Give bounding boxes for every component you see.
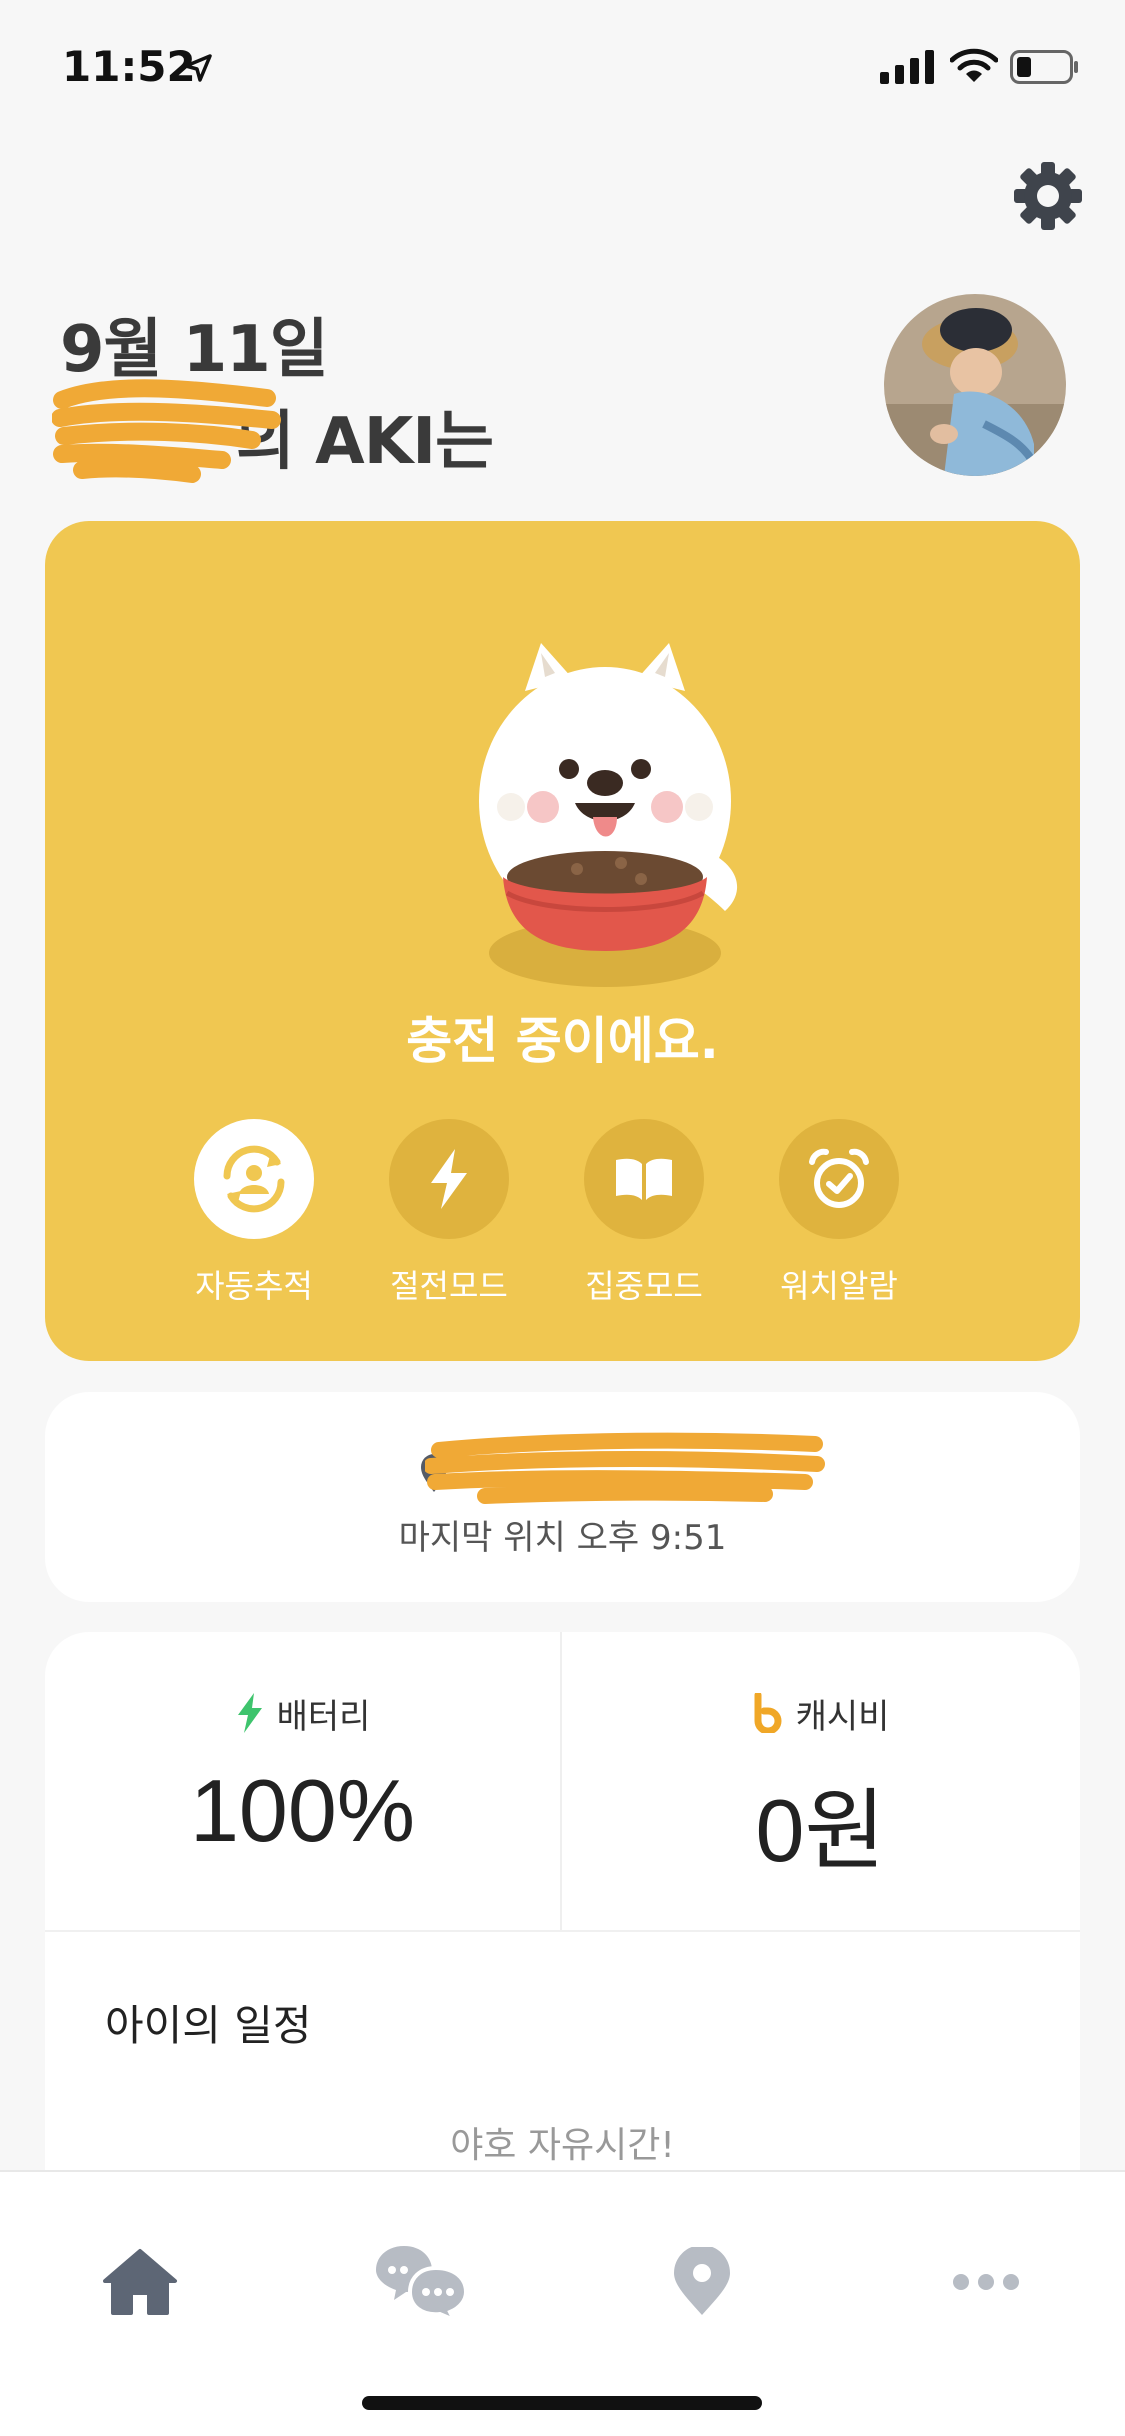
app-screen: 11:52 9월 11일 의 AKI는 충전 중이에요. 자동추적 절전모드 집…	[0, 0, 1125, 2436]
mode-focus-button[interactable]: 집중모드	[554, 1119, 734, 1319]
divider	[45, 1930, 1080, 1932]
cashbee-icon	[754, 1693, 782, 1733]
last-location-time: 마지막 위치 오후 9:51	[398, 1518, 727, 1558]
tab-more[interactable]	[936, 2232, 1036, 2332]
tab-home[interactable]	[90, 2232, 190, 2332]
avatar-photo	[884, 294, 1066, 476]
location-arrow-icon	[184, 54, 212, 82]
battery-label: 배터리	[276, 1696, 371, 1737]
mode-auto-track-label: 자동추적	[195, 1267, 313, 1305]
redaction-scribble	[52, 379, 281, 483]
signal-icon	[880, 50, 934, 84]
location-name-row	[45, 1432, 1080, 1504]
mode-buttons: 자동추적 절전모드 집중모드 워치알람	[45, 1119, 1080, 1319]
schedule-empty-text: 야호 자유시간!	[450, 2125, 675, 2166]
mode-watch-alarm-button[interactable]: 워치알람	[749, 1119, 929, 1319]
mode-focus-label: 집중모드	[585, 1267, 703, 1305]
tab-location[interactable]	[652, 2232, 752, 2332]
cashbee-value: 0원	[755, 1781, 886, 1880]
book-icon	[616, 1158, 672, 1200]
tab-chat[interactable]	[372, 2232, 472, 2332]
mode-focus-circle	[584, 1119, 704, 1239]
cashbee-label: 캐시비	[795, 1696, 890, 1737]
settings-gear-icon[interactable]	[1012, 160, 1084, 232]
redaction-scribble	[425, 1432, 825, 1504]
mode-watch-alarm-circle	[779, 1119, 899, 1239]
child-avatar[interactable]	[884, 294, 1066, 476]
cashbee-stat[interactable]: 캐시비 0원	[562, 1632, 1079, 1930]
location-pin-icon	[674, 2247, 730, 2315]
mode-power-save-circle	[389, 1119, 509, 1239]
mode-power-save-button[interactable]: 절전모드	[359, 1119, 539, 1319]
wifi-icon	[950, 48, 998, 82]
home-icon	[103, 2249, 177, 2315]
chat-icon	[376, 2246, 469, 2322]
alarm-clock-icon	[809, 1148, 869, 1208]
battery-value: 100%	[189, 1761, 416, 1860]
location-card[interactable]: 마지막 위치 오후 9:51	[45, 1392, 1080, 1602]
mode-power-save-label: 절전모드	[390, 1267, 508, 1305]
battery-icon	[1010, 50, 1078, 84]
home-indicator	[362, 2396, 762, 2410]
battery-stat: 배터리 100%	[45, 1632, 562, 1930]
dog-eating-illustration	[479, 643, 738, 987]
watch-status-message: 충전 중이에요.	[406, 1012, 719, 1070]
watch-status-card: 충전 중이에요. 자동추적 절전모드 집중모드 워치알람	[45, 521, 1080, 1361]
schedule-title: 아이의 일정	[105, 2001, 312, 2050]
lightning-icon	[237, 1693, 262, 1733]
header-child-name: 의 AKI는	[52, 379, 540, 483]
status-bar: 11:52	[0, 0, 1125, 132]
more-icon	[953, 2274, 1019, 2290]
status-time: 11:52	[62, 42, 196, 91]
mode-watch-alarm-label: 워치알람	[780, 1267, 898, 1305]
mode-auto-track-button[interactable]: 자동추적	[164, 1119, 344, 1319]
auto-track-icon	[223, 1145, 285, 1213]
lightning-icon	[431, 1149, 467, 1209]
mode-auto-track-circle	[194, 1119, 314, 1239]
